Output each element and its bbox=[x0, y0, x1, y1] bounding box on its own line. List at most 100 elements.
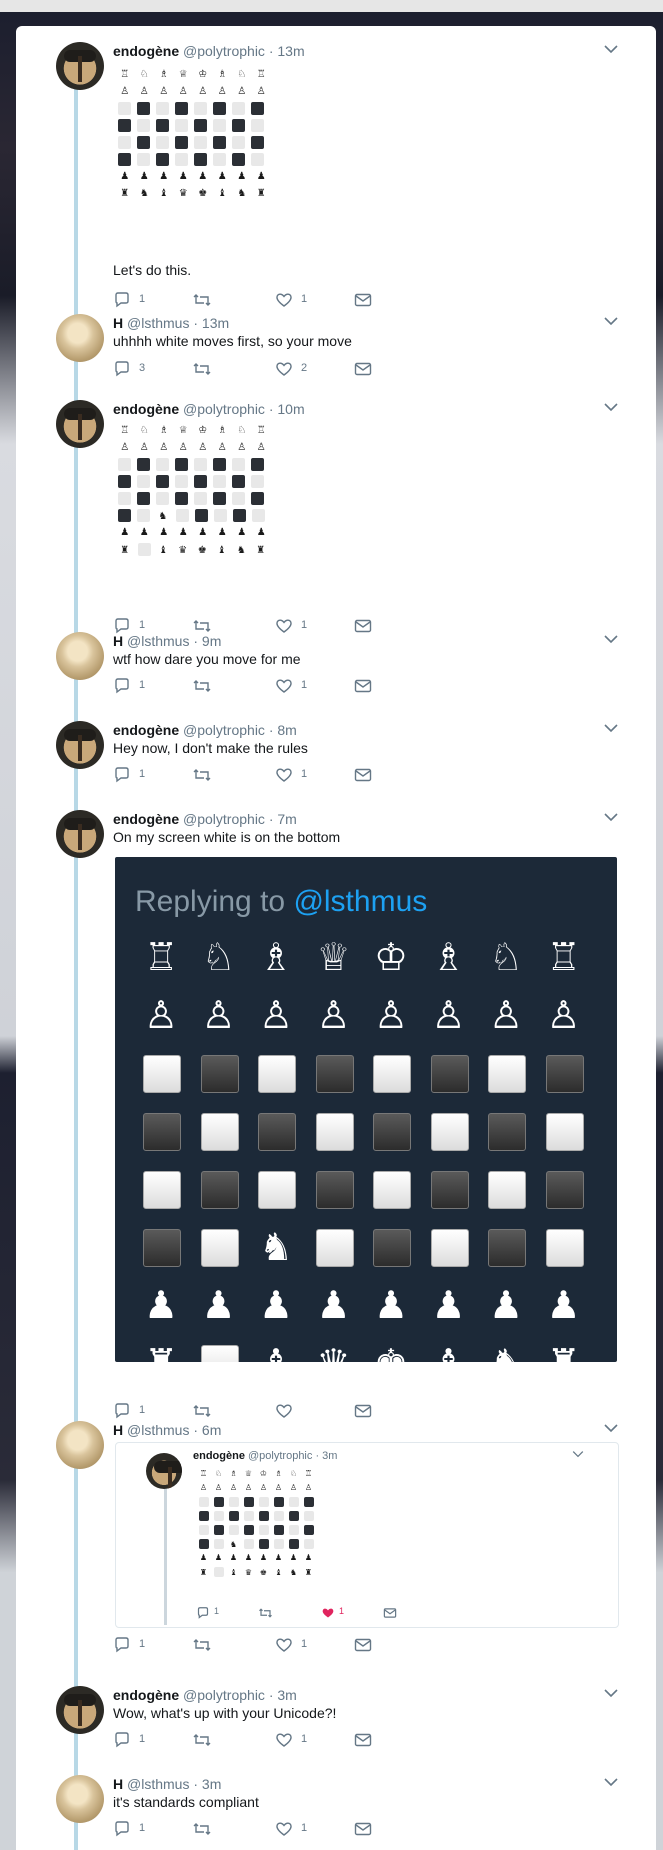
like-count: 1 bbox=[301, 619, 308, 631]
chevron-down-icon[interactable] bbox=[604, 723, 618, 733]
light-square bbox=[175, 153, 188, 166]
quote-actions: 1 1 bbox=[196, 1606, 416, 1622]
chess-piece: ♝ bbox=[158, 544, 168, 556]
chevron-down-icon[interactable] bbox=[604, 1777, 618, 1787]
embedded-screenshot[interactable]: endogène @polytrophic · 3m ♖ ♘ ♗ ♕ ♔ ♗ ♘ ♖ ♙ ♙ ♙ ♙ ♙… bbox=[115, 1442, 619, 1628]
board-row: ♜ ♝ ♛ ♚ ♝ ♞ ♜ bbox=[115, 541, 271, 558]
avatar[interactable] bbox=[56, 632, 104, 680]
display-name[interactable]: endogène bbox=[113, 811, 179, 827]
tweet-text: Hey now, I don't make the rules bbox=[113, 740, 308, 756]
board-row: ♙ ♙ ♙ ♙ ♙ ♙ ♙ ♙ bbox=[196, 1481, 316, 1495]
dark-square bbox=[232, 153, 245, 166]
timestamp[interactable]: · 13m bbox=[269, 43, 305, 59]
username[interactable]: @lsthmus bbox=[127, 633, 189, 649]
username[interactable]: @polytrophic bbox=[183, 401, 265, 417]
dark-square bbox=[213, 1497, 224, 1507]
chess-piece: ♖ bbox=[120, 425, 130, 436]
timestamp[interactable]: · 3m bbox=[193, 1776, 221, 1792]
board-row: ♟ ♟ ♟ ♟ ♟ ♟ ♟ ♟ bbox=[196, 1551, 316, 1565]
dark-square bbox=[156, 119, 169, 132]
username[interactable]: @polytrophic bbox=[183, 811, 265, 827]
chess-piece: ♙ bbox=[199, 1483, 208, 1492]
username[interactable]: @lsthmus bbox=[127, 1776, 189, 1792]
chevron-down-icon[interactable] bbox=[604, 812, 618, 822]
tweet-actions: 1 1 bbox=[113, 290, 413, 310]
timestamp[interactable]: · 6m bbox=[193, 1422, 221, 1438]
chevron-down-icon[interactable] bbox=[604, 316, 618, 326]
dark-square bbox=[137, 136, 150, 149]
light-square bbox=[315, 1229, 354, 1267]
dark-square bbox=[200, 1055, 239, 1093]
chess-piece: ♘ bbox=[139, 69, 149, 80]
chess-piece: ♟ bbox=[259, 1553, 268, 1562]
avatar[interactable] bbox=[56, 400, 104, 448]
chess-piece: ♟ bbox=[289, 1553, 298, 1562]
avatar[interactable] bbox=[56, 721, 104, 769]
light-square bbox=[273, 1539, 284, 1549]
chess-piece: ♟ bbox=[244, 1553, 253, 1562]
like-count: 1 bbox=[301, 1822, 308, 1834]
chess-piece: ♗ bbox=[159, 425, 169, 436]
dark-square bbox=[430, 1055, 469, 1093]
username[interactable]: @lsthmus bbox=[127, 315, 189, 331]
chevron-down-icon[interactable] bbox=[604, 634, 618, 644]
avatar[interactable] bbox=[56, 42, 104, 90]
timestamp[interactable]: · 3m bbox=[269, 1687, 297, 1703]
username[interactable]: @lsthmus bbox=[127, 1422, 189, 1438]
reply-count: 1 bbox=[139, 293, 146, 305]
display-name[interactable]: H bbox=[113, 315, 123, 331]
light-square bbox=[228, 1525, 239, 1535]
reply-count: 1 bbox=[139, 1404, 146, 1416]
chess-piece: ♞ bbox=[237, 188, 247, 199]
chess-piece: ♙ bbox=[217, 86, 227, 97]
chess-piece: ♟ bbox=[139, 171, 149, 182]
display-name[interactable]: endogène bbox=[113, 401, 179, 417]
display-name[interactable]: H bbox=[113, 1422, 123, 1438]
timestamp[interactable]: · 9m bbox=[193, 633, 221, 649]
chess-piece: ♟ bbox=[488, 1283, 524, 1327]
dark-square bbox=[156, 153, 169, 166]
chess-piece: ♞ bbox=[486, 1343, 526, 1362]
retweet-icon bbox=[193, 1639, 211, 1651]
avatar[interactable] bbox=[56, 1775, 104, 1823]
chess-piece: ♚ bbox=[371, 1343, 411, 1362]
avatar[interactable] bbox=[56, 1686, 104, 1734]
tweet-text: Wow, what's up with your Unicode?! bbox=[113, 1705, 337, 1721]
chess-piece: ♝ bbox=[217, 188, 227, 199]
chess-piece: ♙ bbox=[258, 993, 294, 1037]
timestamp[interactable]: · 10m bbox=[269, 401, 305, 417]
avatar[interactable] bbox=[56, 810, 104, 858]
chess-piece: ♙ bbox=[139, 442, 149, 453]
attached-image[interactable]: Replying to @lsthmus ♖ ♘ ♗ ♕ ♔ ♗ ♘ ♖ ♙ ♙ ♙ ♙ ♙ ♙ ♙ ♙ ♞ ♟ ♟… bbox=[115, 857, 617, 1362]
quote-display-name: endogène bbox=[193, 1450, 245, 1462]
username[interactable]: @polytrophic bbox=[183, 43, 265, 59]
display-name[interactable]: endogène bbox=[113, 722, 179, 738]
username[interactable]: @polytrophic bbox=[183, 1687, 265, 1703]
avatar[interactable] bbox=[56, 1421, 104, 1469]
avatar[interactable] bbox=[56, 314, 104, 362]
tweet-header: endogène @polytrophic · 8m bbox=[113, 721, 297, 739]
timestamp[interactable]: · 7m bbox=[269, 811, 297, 827]
chess-piece: ♙ bbox=[274, 1483, 283, 1492]
display-name[interactable]: H bbox=[113, 633, 123, 649]
board-row bbox=[115, 134, 271, 151]
display-name[interactable]: endogène bbox=[113, 43, 179, 59]
reply-count: 1 bbox=[139, 1733, 146, 1745]
chess-piece: ♟ bbox=[201, 1283, 236, 1327]
dark-square bbox=[228, 1511, 239, 1521]
chevron-down-icon[interactable] bbox=[604, 402, 618, 412]
envelope-icon bbox=[383, 1608, 397, 1618]
chess-piece: ♙ bbox=[237, 442, 247, 453]
chevron-down-icon[interactable] bbox=[604, 1688, 618, 1698]
chevron-down-icon[interactable] bbox=[604, 44, 618, 54]
display-name[interactable]: endogène bbox=[113, 1687, 179, 1703]
light-square bbox=[200, 1345, 239, 1362]
chevron-down-icon[interactable] bbox=[604, 1423, 618, 1433]
light-square bbox=[200, 1113, 239, 1151]
board-row bbox=[115, 151, 271, 168]
display-name[interactable]: H bbox=[113, 1776, 123, 1792]
timestamp[interactable]: · 8m bbox=[269, 722, 297, 738]
timestamp[interactable]: · 13m bbox=[193, 315, 229, 331]
username[interactable]: @polytrophic bbox=[183, 722, 265, 738]
chess-piece: ♟ bbox=[256, 527, 266, 538]
